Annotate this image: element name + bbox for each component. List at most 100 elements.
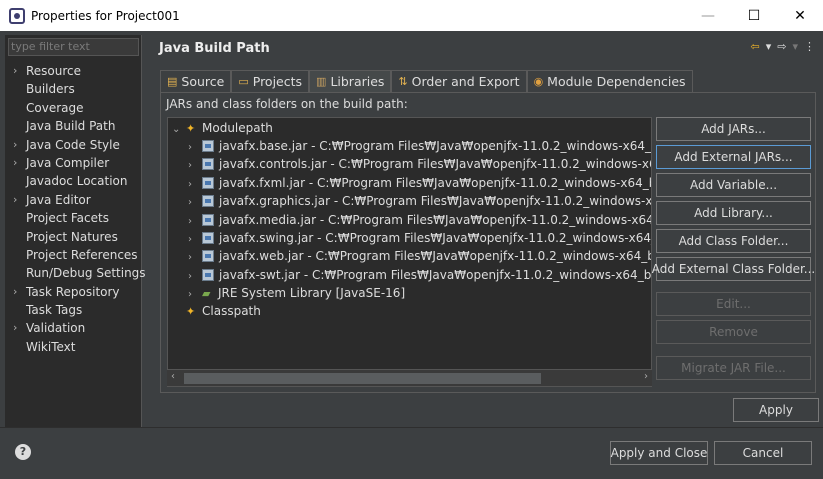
apply-button[interactable]: Apply bbox=[733, 398, 819, 422]
chevron-right-icon[interactable]: › bbox=[188, 176, 202, 194]
preference-item-label: Validation bbox=[26, 321, 86, 336]
chevron-right-icon[interactable]: › bbox=[188, 231, 202, 249]
preference-item-label: Java Build Path bbox=[26, 119, 116, 134]
jar-label: javafx.base.jar - C:₩Program Files₩Java₩… bbox=[219, 139, 652, 153]
cancel-button[interactable]: Cancel bbox=[714, 441, 812, 465]
module-dependencies-icon: ◉ bbox=[533, 75, 544, 88]
preference-item-label: WikiText bbox=[26, 339, 76, 354]
apply-and-close-button[interactable]: Apply and Close bbox=[610, 441, 708, 465]
preference-item[interactable]: Run/Debug Settings bbox=[5, 264, 146, 282]
tree-node-jre-system-library[interactable]: › ▰ JRE System Library [JavaSE-16] bbox=[188, 284, 405, 302]
preference-item[interactable]: › Java Compiler bbox=[5, 154, 142, 172]
preference-item[interactable]: › Java Code Style bbox=[5, 136, 142, 154]
chevron-right-icon[interactable]: › bbox=[13, 191, 17, 209]
chevron-down-icon[interactable]: ⌄ bbox=[172, 121, 186, 139]
preference-item-label: Task Tags bbox=[26, 303, 83, 318]
jar-icon bbox=[202, 232, 214, 244]
tree-node-modulepath[interactable]: ⌄ ✦ Modulepath bbox=[172, 119, 273, 137]
chevron-right-icon[interactable]: › bbox=[188, 249, 202, 267]
jar-icon bbox=[202, 195, 214, 208]
remove-button[interactable]: Remove bbox=[656, 320, 811, 344]
add-variable-button[interactable]: Add Variable... bbox=[656, 173, 811, 197]
chevron-right-icon[interactable]: › bbox=[13, 62, 17, 80]
tree-node-jar[interactable]: › javafx.media.jar - C:₩Program Files₩Jav… bbox=[188, 211, 651, 231]
view-menu-icon[interactable]: ⋮ bbox=[804, 40, 815, 53]
chevron-right-icon[interactable]: › bbox=[188, 194, 202, 212]
horizontal-scrollbar[interactable]: ‹ › bbox=[167, 369, 652, 386]
tab-projects[interactable]: ▭ Projects bbox=[231, 70, 310, 92]
back-arrow-icon[interactable]: ⇦ bbox=[751, 40, 760, 53]
build-path-tree[interactable]: ⌄ ✦ Modulepath › javafx.base.jar - C:₩Progr… bbox=[167, 117, 652, 387]
preference-item[interactable]: › Java Editor bbox=[5, 191, 142, 209]
chevron-right-icon[interactable]: › bbox=[188, 157, 202, 175]
filter-input[interactable]: type filter text bbox=[8, 38, 139, 56]
jar-label: javafx.web.jar - C:₩Program Files₩Java₩o… bbox=[219, 249, 651, 264]
chevron-right-icon[interactable]: › bbox=[13, 319, 17, 337]
jar-label: javafx-swt.jar - C:₩Program Files₩Java₩o… bbox=[219, 267, 652, 282]
scrollbar-thumb[interactable] bbox=[184, 373, 541, 384]
preference-item[interactable]: Project Facets bbox=[5, 209, 142, 227]
maximize-button[interactable]: ☐ bbox=[731, 0, 777, 31]
preference-item[interactable]: Coverage bbox=[5, 99, 142, 117]
forward-menu-chevron-icon[interactable]: ▾ bbox=[792, 40, 798, 53]
tree-node-classpath[interactable]: ✦ Classpath bbox=[172, 302, 261, 320]
add-external-class-folder-button[interactable]: Add External Class Folder... bbox=[652, 257, 815, 281]
preference-item[interactable]: Builders bbox=[5, 80, 142, 98]
library-icon: ▰ bbox=[202, 287, 211, 300]
preference-item[interactable]: › Resource bbox=[5, 62, 142, 80]
close-button[interactable]: ✕ bbox=[777, 0, 823, 31]
tab-source[interactable]: ▤ Source bbox=[160, 70, 232, 92]
tree-node-jar[interactable]: › javafx-swt.jar - C:₩Program Files₩Java₩… bbox=[188, 266, 652, 284]
tab-order-and-export[interactable]: ⇅ Order and Export bbox=[391, 70, 527, 92]
tab-module-dependencies[interactable]: ◉ Module Dependencies bbox=[526, 70, 693, 92]
scroll-left-icon[interactable]: ‹ bbox=[171, 371, 175, 382]
preference-item[interactable]: › Validation bbox=[5, 319, 142, 337]
jar-icon bbox=[202, 140, 214, 152]
source-folder-icon: ▤ bbox=[167, 75, 178, 88]
forward-arrow-icon[interactable]: ⇨ bbox=[777, 40, 786, 53]
tree-node-jar[interactable]: › javafx.base.jar - C:₩Program Files₩Java… bbox=[188, 137, 652, 157]
preference-item[interactable]: › Task Repository bbox=[5, 283, 142, 301]
minimize-button[interactable]: — bbox=[685, 0, 731, 31]
add-jars-button[interactable]: Add JARs... bbox=[656, 117, 811, 141]
classpath-icon: ✦ bbox=[186, 305, 196, 318]
libraries-icon: ▥ bbox=[316, 75, 327, 88]
add-class-folder-button[interactable]: Add Class Folder... bbox=[656, 229, 811, 253]
tab-libraries[interactable]: ▥ Libraries bbox=[309, 70, 392, 92]
tree-node-jar[interactable]: › javafx.controls.jar - C:₩Program Files₩… bbox=[188, 155, 651, 175]
tree-node-jar[interactable]: › javafx.web.jar - C:₩Program Files₩Java₩… bbox=[188, 247, 651, 267]
build-path-label: JARs and class folders on the build path… bbox=[166, 97, 408, 111]
chevron-right-icon[interactable]: › bbox=[13, 136, 17, 154]
tree-node-jar[interactable]: › javafx.fxml.jar - C:₩Program Files₩Java… bbox=[188, 174, 651, 194]
preference-item-label: Builders bbox=[26, 82, 75, 97]
help-icon[interactable]: ? bbox=[15, 444, 31, 460]
back-menu-chevron-icon[interactable]: ▾ bbox=[766, 40, 772, 53]
preference-item[interactable]: Java Build Path bbox=[5, 117, 142, 135]
tree-node-jar[interactable]: › javafx.graphics.jar - C:₩Program Files₩… bbox=[188, 192, 652, 212]
window-title: Properties for Project001 bbox=[31, 8, 180, 23]
jar-icon bbox=[202, 176, 214, 189]
preference-item-label: Java Compiler bbox=[26, 155, 110, 170]
projects-icon: ▭ bbox=[238, 75, 249, 88]
edit-button[interactable]: Edit... bbox=[656, 292, 811, 316]
preference-item[interactable]: WikiText bbox=[5, 338, 142, 356]
migrate-jar-button[interactable]: Migrate JAR File... bbox=[656, 356, 811, 380]
preference-item[interactable]: Task Tags bbox=[5, 301, 142, 319]
scroll-right-icon[interactable]: › bbox=[644, 371, 648, 382]
chevron-right-icon[interactable]: › bbox=[188, 139, 202, 157]
chevron-right-icon[interactable]: › bbox=[13, 154, 17, 172]
preference-item-label: Resource bbox=[26, 64, 82, 78]
preference-item[interactable]: Project Natures bbox=[5, 228, 142, 246]
preference-item-label: Project Natures bbox=[26, 229, 118, 244]
add-library-button[interactable]: Add Library... bbox=[656, 201, 811, 225]
build-path-tabs: ▤ Source ▭ Projects ▥ Libraries ⇅ Order … bbox=[160, 70, 693, 92]
chevron-right-icon[interactable]: › bbox=[13, 283, 17, 301]
chevron-right-icon[interactable]: › bbox=[188, 213, 202, 231]
tree-node-jar[interactable]: › javafx.swing.jar - C:₩Program Files₩Jav… bbox=[188, 229, 651, 249]
add-external-jars-button[interactable]: Add External JARs... bbox=[656, 145, 811, 169]
jar-label: javafx.graphics.jar - C:₩Program Files₩J… bbox=[219, 194, 652, 209]
preference-item[interactable]: Javadoc Location bbox=[5, 172, 142, 190]
preference-item-label: Task Repository bbox=[26, 284, 120, 299]
jar-icon bbox=[202, 213, 214, 226]
preference-item[interactable]: Project References bbox=[5, 246, 142, 264]
